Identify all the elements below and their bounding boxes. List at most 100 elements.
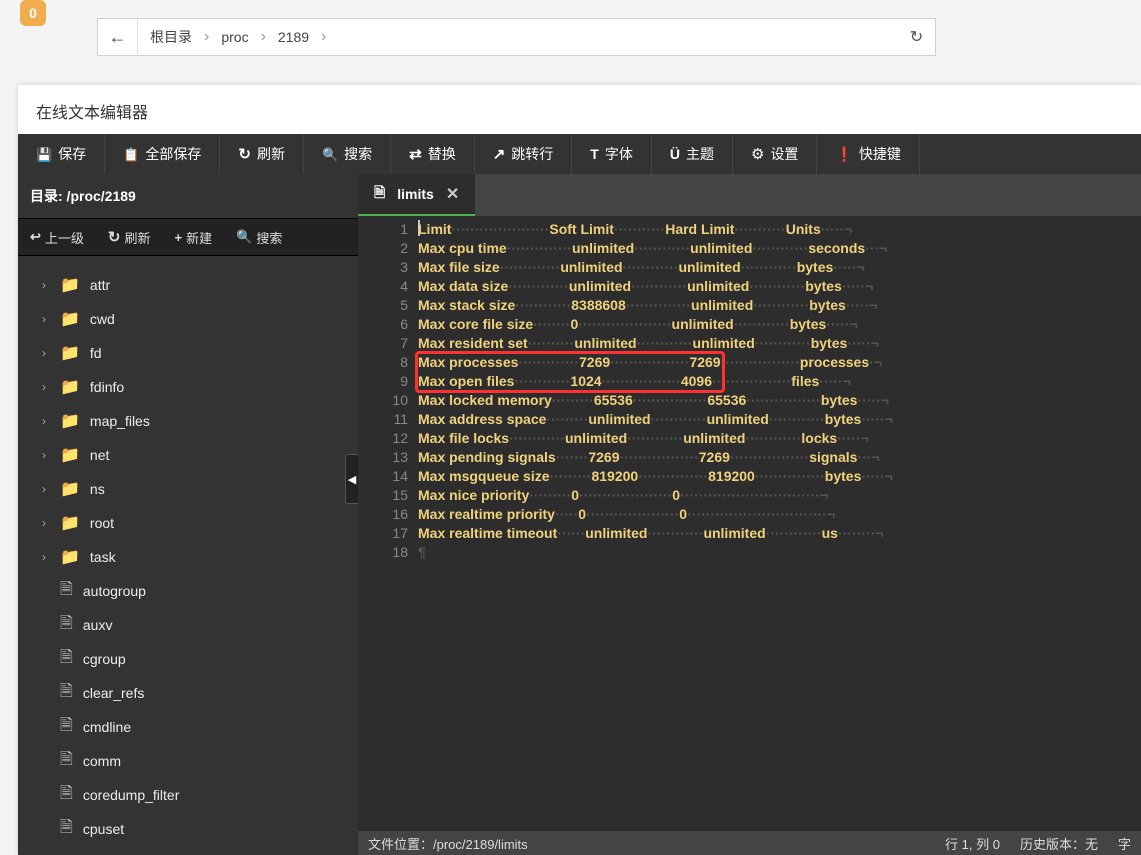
panel-title: 在线文本编辑器 bbox=[18, 85, 1141, 138]
tab-limits[interactable]: 🗎 limits ✕ bbox=[358, 174, 475, 216]
code-line[interactable]: Max realtime timeout······unlimited·····… bbox=[418, 524, 1141, 543]
toolbar-button-跳转行[interactable]: 跳转行 bbox=[475, 134, 573, 174]
sidebar-toolbar-button-新建[interactable]: 新建 bbox=[163, 219, 225, 255]
tree-item-label: ns bbox=[90, 481, 105, 497]
code-line[interactable]: Max nice priority·········0·············… bbox=[418, 486, 1141, 505]
line-number: 2 bbox=[358, 239, 408, 258]
tree-folder[interactable]: ›📁fd bbox=[18, 336, 358, 370]
code-line[interactable]: Max file locks············unlimited·····… bbox=[418, 429, 1141, 448]
toolbar-label: 跳转行 bbox=[511, 144, 553, 164]
chevron-right-icon: › bbox=[42, 448, 60, 462]
folder-icon: 📁 bbox=[60, 479, 80, 499]
code-line[interactable]: Max locked memory·········65536·········… bbox=[418, 391, 1141, 410]
tab-bar: 🗎 limits ✕ bbox=[358, 174, 1141, 216]
code-line[interactable]: Max processes·············7269··········… bbox=[418, 353, 1141, 372]
line-number: 14 bbox=[358, 467, 408, 486]
copy-icon bbox=[123, 146, 139, 163]
code-line[interactable]: Max stack size············8388608·······… bbox=[418, 296, 1141, 315]
toolbar-button-搜索[interactable]: 搜索 bbox=[304, 134, 391, 174]
sidebar-collapse-handle[interactable]: ◀ bbox=[345, 454, 359, 504]
status-bar: 文件位置：/proc/2189/limits 行 1, 列 0 历史版本：无 字 bbox=[358, 831, 1141, 855]
tree-item-label: attr bbox=[90, 277, 110, 293]
tree-file[interactable]: 🗎comm bbox=[18, 744, 358, 778]
tree-folder[interactable]: ›📁cwd bbox=[18, 302, 358, 336]
code-editor[interactable]: 123456789101112131415161718 Limit·······… bbox=[358, 216, 1141, 833]
code-line[interactable]: Max core file size········0·············… bbox=[418, 315, 1141, 334]
code-content[interactable]: Limit·····················Soft Limit····… bbox=[418, 216, 1141, 833]
tab-label: limits bbox=[397, 186, 434, 202]
tree-item-label: auxv bbox=[83, 617, 113, 633]
tree-file[interactable]: 🗎cgroup bbox=[18, 642, 358, 676]
toolbar-label: 设置 bbox=[770, 144, 798, 164]
code-line[interactable]: Max cpu time··············unlimited·····… bbox=[418, 239, 1141, 258]
code-line[interactable]: Max data size·············unlimited·····… bbox=[418, 277, 1141, 296]
toolbar-label: 字体 bbox=[605, 144, 633, 164]
tree-file[interactable]: 🗎autogroup bbox=[18, 574, 358, 608]
file-sidebar: 目录: /proc/2189 上一级刷新新建搜索 ›📁attr›📁cwd›📁fd… bbox=[18, 174, 358, 855]
file-tree[interactable]: ›📁attr›📁cwd›📁fd›📁fdinfo›📁map_files›📁net›… bbox=[18, 262, 358, 855]
tree-folder[interactable]: ›📁root bbox=[18, 506, 358, 540]
refresh-icon bbox=[238, 145, 251, 163]
toolbar-button-快捷键[interactable]: 快捷键 bbox=[817, 134, 919, 174]
toolbar-button-全部保存[interactable]: 全部保存 bbox=[105, 134, 220, 174]
tree-file[interactable]: 🗎auxv bbox=[18, 608, 358, 642]
tree-folder[interactable]: ›📁task bbox=[18, 540, 358, 574]
tree-item-label: cwd bbox=[90, 311, 115, 327]
line-number: 13 bbox=[358, 448, 408, 467]
tree-folder[interactable]: ›📁ns bbox=[18, 472, 358, 506]
status-char: 字 bbox=[1118, 834, 1131, 853]
line-number: 5 bbox=[358, 296, 408, 315]
code-line[interactable]: Limit·····················Soft Limit····… bbox=[418, 220, 1141, 239]
swap-icon bbox=[409, 145, 422, 163]
toolbar-button-主题[interactable]: 主题 bbox=[652, 134, 733, 174]
gear-icon bbox=[751, 145, 764, 163]
tree-file[interactable]: 🗎clear_refs bbox=[18, 676, 358, 710]
sidebar-toolbar: 上一级刷新新建搜索 bbox=[18, 218, 358, 256]
code-line[interactable]: Max msgqueue size·········819200········… bbox=[418, 467, 1141, 486]
file-icon: 🗎 bbox=[60, 646, 73, 673]
line-number: 9 bbox=[358, 372, 408, 391]
sidebar-toolbar-button-搜索[interactable]: 搜索 bbox=[224, 219, 294, 255]
sidebar-toolbar-label: 上一级 bbox=[45, 228, 84, 247]
toolbar-button-字体[interactable]: 字体 bbox=[572, 134, 652, 174]
refresh-button[interactable]: ↻ bbox=[898, 18, 936, 56]
tree-folder[interactable]: ›📁net bbox=[18, 438, 358, 472]
reply-icon bbox=[30, 229, 41, 245]
file-icon: 🗎 bbox=[60, 816, 73, 843]
tree-item-label: fd bbox=[90, 345, 102, 361]
notification-badge[interactable]: 0 bbox=[20, 0, 46, 26]
close-icon[interactable]: ✕ bbox=[446, 184, 459, 204]
breadcrumb-back-icon[interactable]: ← bbox=[98, 19, 138, 55]
line-number: 11 bbox=[358, 410, 408, 429]
tree-file[interactable]: 🗎coredump_filter bbox=[18, 778, 358, 812]
tree-folder[interactable]: ›📁attr bbox=[18, 268, 358, 302]
code-line[interactable]: Max resident set··········unlimited·····… bbox=[418, 334, 1141, 353]
line-number: 16 bbox=[358, 505, 408, 524]
toolbar-button-设置[interactable]: 设置 bbox=[733, 134, 817, 174]
code-line[interactable]: Max address space·········unlimited·····… bbox=[418, 410, 1141, 429]
sidebar-toolbar-button-刷新[interactable]: 刷新 bbox=[96, 219, 163, 255]
chevron-right-icon: › bbox=[42, 516, 60, 530]
sidebar-toolbar-button-上一级[interactable]: 上一级 bbox=[18, 219, 96, 255]
folder-icon: 📁 bbox=[60, 513, 80, 533]
code-line[interactable]: ¶ bbox=[418, 543, 1141, 562]
line-number: 10 bbox=[358, 391, 408, 410]
code-line[interactable]: Max file size·············unlimited·····… bbox=[418, 258, 1141, 277]
toolbar-button-保存[interactable]: 保存 bbox=[18, 134, 105, 174]
toolbar-button-刷新[interactable]: 刷新 bbox=[220, 134, 304, 174]
breadcrumb-item[interactable]: proc bbox=[209, 19, 260, 55]
toolbar-button-替换[interactable]: 替换 bbox=[391, 134, 475, 174]
tree-folder[interactable]: ›📁map_files bbox=[18, 404, 358, 438]
code-line[interactable]: Max pending signals·······7269··········… bbox=[418, 448, 1141, 467]
code-line[interactable]: Max open files············1024··········… bbox=[418, 372, 1141, 391]
tree-file[interactable]: 🗎cpuset bbox=[18, 812, 358, 846]
tree-folder[interactable]: ›📁fdinfo bbox=[18, 370, 358, 404]
folder-icon: 📁 bbox=[60, 377, 80, 397]
breadcrumb-item[interactable]: 根目录 bbox=[138, 19, 204, 55]
code-line[interactable]: Max realtime priority·····0·············… bbox=[418, 505, 1141, 524]
tree-item-label: coredump_filter bbox=[83, 787, 180, 803]
editor-panel: 在线文本编辑器 保存全部保存刷新搜索替换跳转行字体主题设置快捷键 目录: /pr… bbox=[18, 85, 1141, 855]
breadcrumb-item[interactable]: 2189 bbox=[266, 19, 321, 55]
tree-file[interactable]: 🗎cmdline bbox=[18, 710, 358, 744]
font-icon bbox=[590, 146, 599, 162]
